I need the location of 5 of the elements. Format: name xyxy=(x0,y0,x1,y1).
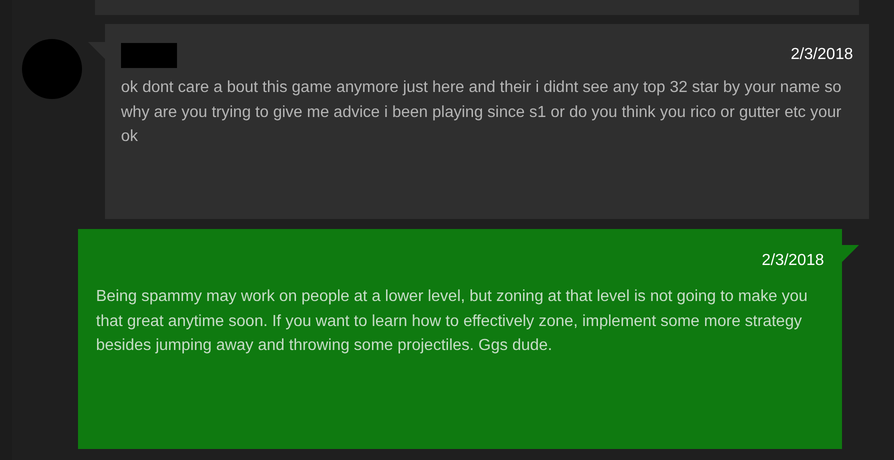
message-date: 2/3/2018 xyxy=(790,45,853,65)
message-date: 2/3/2018 xyxy=(762,251,824,271)
message-text: Being spammy may work on people at a lower level, but zoning at that level is not going to make you that great anytime soon. If you want to learn how to effectively zone, implement some more strategy besides jumping away and throwing some projectiles. Ggs dude. xyxy=(96,287,808,356)
redacted-name xyxy=(121,43,177,68)
message-text: ok dont care a bout this game anymore just here and their i didnt see any top 32 star by your name so why are you trying to give me advice i been playing since s1 or do you think you rico or gutter etc your ok xyxy=(121,78,842,147)
